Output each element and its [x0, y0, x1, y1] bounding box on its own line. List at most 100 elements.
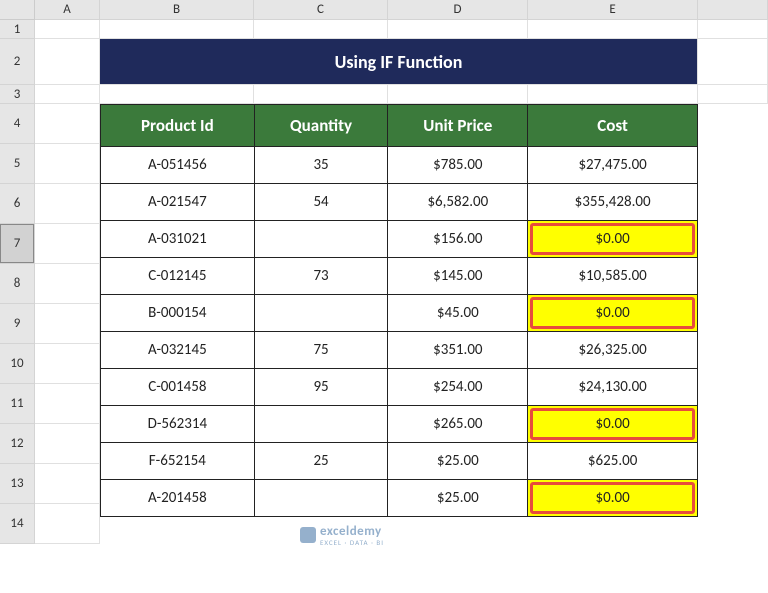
cell-qty[interactable]: 95 [254, 369, 388, 406]
header-quantity[interactable]: Quantity [254, 105, 388, 147]
cell-A14[interactable] [35, 504, 100, 544]
cell-id[interactable]: A-032145 [101, 332, 255, 369]
cell-price[interactable]: $254.00 [388, 369, 528, 406]
cell-id[interactable]: A-201458 [101, 480, 255, 517]
row-header-2[interactable]: 2 [0, 39, 35, 85]
row-header-8[interactable]: 8 [0, 264, 35, 304]
col-header-C[interactable]: C [254, 0, 388, 20]
cell-cost[interactable]: $0.00 [528, 480, 698, 517]
cell-A9[interactable] [35, 304, 100, 344]
header-product-id[interactable]: Product Id [101, 105, 255, 147]
cell-A1[interactable] [35, 20, 100, 39]
col-header-A[interactable]: A [35, 0, 100, 20]
cell-cost[interactable]: $0.00 [528, 406, 698, 443]
data-table: Product Id Quantity Unit Price Cost A-05… [100, 104, 698, 517]
table-header-row: Product Id Quantity Unit Price Cost [101, 105, 698, 147]
cell-qty[interactable] [254, 295, 388, 332]
cell-A12[interactable] [35, 424, 100, 464]
cell-price[interactable]: $6,582.00 [388, 184, 528, 221]
cell-cost[interactable]: $26,325.00 [528, 332, 698, 369]
cell-A11[interactable] [35, 384, 100, 424]
cell-C1[interactable] [254, 20, 388, 39]
cell-price[interactable]: $265.00 [388, 406, 528, 443]
row-header-12[interactable]: 12 [0, 424, 35, 464]
cell-C3[interactable] [254, 85, 388, 104]
cell-cost[interactable]: $27,475.00 [528, 147, 698, 184]
cell-cost[interactable]: $0.00 [528, 221, 698, 258]
cell-price[interactable]: $785.00 [388, 147, 528, 184]
cell-cost[interactable]: $355,428.00 [528, 184, 698, 221]
spreadsheet-header-grid: A B C D E 1 2 Using IF Function 3 [0, 0, 768, 104]
cell-cost[interactable]: $24,130.00 [528, 369, 698, 406]
cell-id[interactable]: C-001458 [101, 369, 255, 406]
row-header-7[interactable]: 7 [0, 224, 35, 264]
table-row: A-05145635$785.00$27,475.00 [101, 147, 698, 184]
cell-qty[interactable]: 54 [254, 184, 388, 221]
title-banner[interactable]: Using IF Function [100, 39, 698, 85]
col-header-B[interactable]: B [100, 0, 254, 20]
header-unit-price[interactable]: Unit Price [388, 105, 528, 147]
table-row: A-03214575$351.00$26,325.00 [101, 332, 698, 369]
cell-price[interactable]: $25.00 [388, 443, 528, 480]
cell-qty[interactable]: 73 [254, 258, 388, 295]
header-cost[interactable]: Cost [528, 105, 698, 147]
cell-E3[interactable] [528, 85, 698, 104]
table-row: C-01214573$145.00$10,585.00 [101, 258, 698, 295]
cell-A2[interactable] [35, 39, 100, 85]
cell-cost[interactable]: $0.00 [528, 295, 698, 332]
cell-qty[interactable]: 75 [254, 332, 388, 369]
cell-id[interactable]: A-051456 [101, 147, 255, 184]
cell-id[interactable]: B-000154 [101, 295, 255, 332]
cell-A3[interactable] [35, 85, 100, 104]
col-header-E[interactable]: E [528, 0, 698, 20]
row-header-6[interactable]: 6 [0, 184, 35, 224]
row-header-4[interactable]: 4 [0, 104, 35, 144]
row-header-9[interactable]: 9 [0, 304, 35, 344]
cell-D3[interactable] [388, 85, 528, 104]
cell-F3[interactable] [698, 85, 768, 104]
cell-id[interactable]: A-021547 [101, 184, 255, 221]
cell-price[interactable]: $145.00 [388, 258, 528, 295]
select-all-corner[interactable] [0, 0, 35, 20]
cell-A10[interactable] [35, 344, 100, 384]
cell-price[interactable]: $351.00 [388, 332, 528, 369]
row-header-3[interactable]: 3 [0, 85, 35, 104]
col-header-D[interactable]: D [388, 0, 528, 20]
watermark-tag: EXCEL · DATA · BI [320, 539, 384, 546]
cell-qty[interactable]: 25 [254, 443, 388, 480]
cell-qty[interactable] [254, 480, 388, 517]
row-header-14[interactable]: 14 [0, 504, 35, 544]
col-header-blank[interactable] [698, 0, 768, 20]
cell-id[interactable]: F-652154 [101, 443, 255, 480]
row-header-13[interactable]: 13 [0, 464, 35, 504]
row-header-5[interactable]: 5 [0, 144, 35, 184]
cell-B1[interactable] [100, 20, 254, 39]
cell-id[interactable]: A-031021 [101, 221, 255, 258]
cell-price[interactable]: $156.00 [388, 221, 528, 258]
cell-F2[interactable] [698, 39, 768, 85]
cell-qty[interactable]: 35 [254, 147, 388, 184]
cell-E1[interactable] [528, 20, 698, 39]
cell-A8[interactable] [35, 264, 100, 304]
cell-A5[interactable] [35, 144, 100, 184]
cell-id[interactable]: D-562314 [101, 406, 255, 443]
cell-cost[interactable]: $10,585.00 [528, 258, 698, 295]
row-header-1[interactable]: 1 [0, 20, 35, 39]
cell-D1[interactable] [388, 20, 528, 39]
table-row: A-031021 $156.00$0.00 [101, 221, 698, 258]
cell-A4[interactable] [35, 104, 100, 144]
row-header-10[interactable]: 10 [0, 344, 35, 384]
cell-A6[interactable] [35, 184, 100, 224]
cell-qty[interactable] [254, 406, 388, 443]
cell-A13[interactable] [35, 464, 100, 504]
cell-id[interactable]: C-012145 [101, 258, 255, 295]
cell-B3[interactable] [100, 85, 254, 104]
cell-qty[interactable] [254, 221, 388, 258]
cell-F1[interactable] [698, 20, 768, 39]
row-header-11[interactable]: 11 [0, 384, 35, 424]
cell-price[interactable]: $45.00 [388, 295, 528, 332]
cell-A7[interactable] [35, 224, 100, 264]
watermark: exceldemy EXCEL · DATA · BI [300, 524, 384, 546]
cell-cost[interactable]: $625.00 [528, 443, 698, 480]
cell-price[interactable]: $25.00 [388, 480, 528, 517]
